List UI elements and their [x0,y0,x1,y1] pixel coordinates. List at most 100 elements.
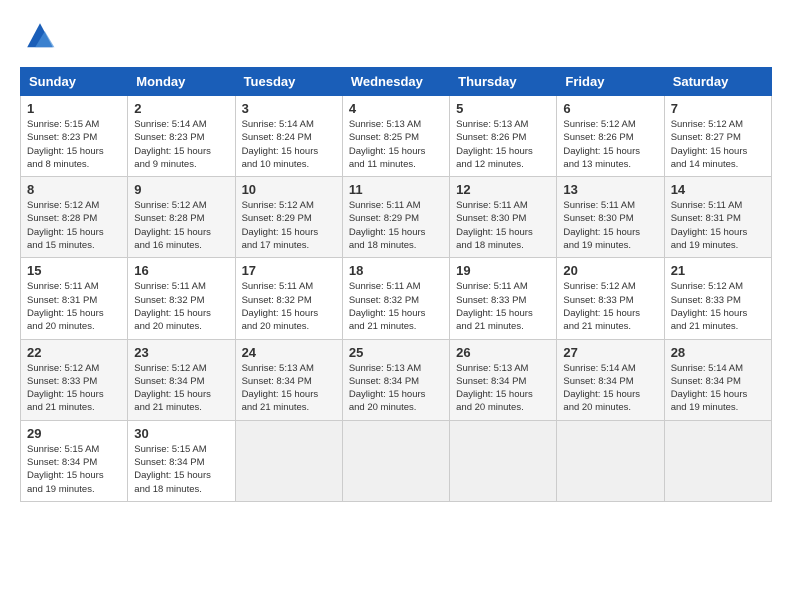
day-number: 2 [134,101,228,116]
calendar-cell [235,420,342,501]
day-detail: Sunrise: 5:13 AM Sunset: 8:34 PM Dayligh… [242,362,336,415]
day-detail: Sunrise: 5:12 AM Sunset: 8:33 PM Dayligh… [671,280,765,333]
day-header-sunday: Sunday [21,68,128,96]
calendar-cell: 20 Sunrise: 5:12 AM Sunset: 8:33 PM Dayl… [557,258,664,339]
day-number: 15 [27,263,121,278]
calendar-cell: 30 Sunrise: 5:15 AM Sunset: 8:34 PM Dayl… [128,420,235,501]
calendar-cell: 12 Sunrise: 5:11 AM Sunset: 8:30 PM Dayl… [450,177,557,258]
calendar-week-row: 8 Sunrise: 5:12 AM Sunset: 8:28 PM Dayli… [21,177,772,258]
calendar-cell: 28 Sunrise: 5:14 AM Sunset: 8:34 PM Dayl… [664,339,771,420]
logo-icon [24,20,56,52]
day-number: 19 [456,263,550,278]
day-number: 5 [456,101,550,116]
day-detail: Sunrise: 5:11 AM Sunset: 8:31 PM Dayligh… [27,280,121,333]
day-header-thursday: Thursday [450,68,557,96]
day-number: 9 [134,182,228,197]
day-number: 14 [671,182,765,197]
day-detail: Sunrise: 5:14 AM Sunset: 8:34 PM Dayligh… [671,362,765,415]
calendar-cell: 3 Sunrise: 5:14 AM Sunset: 8:24 PM Dayli… [235,96,342,177]
calendar-cell: 16 Sunrise: 5:11 AM Sunset: 8:32 PM Dayl… [128,258,235,339]
day-detail: Sunrise: 5:14 AM Sunset: 8:23 PM Dayligh… [134,118,228,171]
day-number: 29 [27,426,121,441]
calendar-cell: 24 Sunrise: 5:13 AM Sunset: 8:34 PM Dayl… [235,339,342,420]
day-header-friday: Friday [557,68,664,96]
day-number: 11 [349,182,443,197]
day-number: 6 [563,101,657,116]
calendar-cell: 19 Sunrise: 5:11 AM Sunset: 8:33 PM Dayl… [450,258,557,339]
day-number: 7 [671,101,765,116]
calendar-cell: 22 Sunrise: 5:12 AM Sunset: 8:33 PM Dayl… [21,339,128,420]
day-detail: Sunrise: 5:12 AM Sunset: 8:33 PM Dayligh… [563,280,657,333]
day-detail: Sunrise: 5:12 AM Sunset: 8:34 PM Dayligh… [134,362,228,415]
calendar-cell: 29 Sunrise: 5:15 AM Sunset: 8:34 PM Dayl… [21,420,128,501]
day-number: 3 [242,101,336,116]
calendar-cell [450,420,557,501]
day-detail: Sunrise: 5:13 AM Sunset: 8:25 PM Dayligh… [349,118,443,171]
day-detail: Sunrise: 5:11 AM Sunset: 8:31 PM Dayligh… [671,199,765,252]
day-detail: Sunrise: 5:15 AM Sunset: 8:34 PM Dayligh… [134,443,228,496]
day-detail: Sunrise: 5:11 AM Sunset: 8:29 PM Dayligh… [349,199,443,252]
day-detail: Sunrise: 5:12 AM Sunset: 8:33 PM Dayligh… [27,362,121,415]
day-detail: Sunrise: 5:12 AM Sunset: 8:27 PM Dayligh… [671,118,765,171]
calendar-cell: 4 Sunrise: 5:13 AM Sunset: 8:25 PM Dayli… [342,96,449,177]
day-number: 25 [349,345,443,360]
day-number: 22 [27,345,121,360]
calendar-cell: 13 Sunrise: 5:11 AM Sunset: 8:30 PM Dayl… [557,177,664,258]
calendar-cell: 10 Sunrise: 5:12 AM Sunset: 8:29 PM Dayl… [235,177,342,258]
day-number: 23 [134,345,228,360]
day-detail: Sunrise: 5:13 AM Sunset: 8:34 PM Dayligh… [456,362,550,415]
calendar-cell: 7 Sunrise: 5:12 AM Sunset: 8:27 PM Dayli… [664,96,771,177]
calendar-table: SundayMondayTuesdayWednesdayThursdayFrid… [20,67,772,502]
day-number: 24 [242,345,336,360]
calendar-cell [557,420,664,501]
calendar-cell: 27 Sunrise: 5:14 AM Sunset: 8:34 PM Dayl… [557,339,664,420]
header [20,20,772,57]
day-detail: Sunrise: 5:12 AM Sunset: 8:26 PM Dayligh… [563,118,657,171]
day-number: 16 [134,263,228,278]
calendar-body: 1 Sunrise: 5:15 AM Sunset: 8:23 PM Dayli… [21,96,772,502]
calendar-cell: 14 Sunrise: 5:11 AM Sunset: 8:31 PM Dayl… [664,177,771,258]
day-detail: Sunrise: 5:14 AM Sunset: 8:34 PM Dayligh… [563,362,657,415]
day-number: 20 [563,263,657,278]
calendar-week-row: 29 Sunrise: 5:15 AM Sunset: 8:34 PM Dayl… [21,420,772,501]
day-detail: Sunrise: 5:11 AM Sunset: 8:32 PM Dayligh… [242,280,336,333]
day-number: 21 [671,263,765,278]
day-detail: Sunrise: 5:11 AM Sunset: 8:30 PM Dayligh… [563,199,657,252]
day-detail: Sunrise: 5:15 AM Sunset: 8:23 PM Dayligh… [27,118,121,171]
calendar-cell: 11 Sunrise: 5:11 AM Sunset: 8:29 PM Dayl… [342,177,449,258]
calendar-week-row: 15 Sunrise: 5:11 AM Sunset: 8:31 PM Dayl… [21,258,772,339]
calendar-cell [342,420,449,501]
day-number: 4 [349,101,443,116]
day-number: 30 [134,426,228,441]
calendar-cell: 17 Sunrise: 5:11 AM Sunset: 8:32 PM Dayl… [235,258,342,339]
day-detail: Sunrise: 5:12 AM Sunset: 8:28 PM Dayligh… [134,199,228,252]
day-detail: Sunrise: 5:12 AM Sunset: 8:28 PM Dayligh… [27,199,121,252]
calendar-cell: 15 Sunrise: 5:11 AM Sunset: 8:31 PM Dayl… [21,258,128,339]
day-number: 12 [456,182,550,197]
day-number: 27 [563,345,657,360]
logo [20,20,56,57]
day-detail: Sunrise: 5:11 AM Sunset: 8:30 PM Dayligh… [456,199,550,252]
calendar-cell [664,420,771,501]
day-header-monday: Monday [128,68,235,96]
calendar-cell: 21 Sunrise: 5:12 AM Sunset: 8:33 PM Dayl… [664,258,771,339]
calendar-cell: 25 Sunrise: 5:13 AM Sunset: 8:34 PM Dayl… [342,339,449,420]
day-detail: Sunrise: 5:11 AM Sunset: 8:32 PM Dayligh… [134,280,228,333]
day-number: 28 [671,345,765,360]
day-detail: Sunrise: 5:14 AM Sunset: 8:24 PM Dayligh… [242,118,336,171]
calendar-cell: 6 Sunrise: 5:12 AM Sunset: 8:26 PM Dayli… [557,96,664,177]
day-number: 1 [27,101,121,116]
day-detail: Sunrise: 5:12 AM Sunset: 8:29 PM Dayligh… [242,199,336,252]
day-number: 17 [242,263,336,278]
calendar-week-row: 1 Sunrise: 5:15 AM Sunset: 8:23 PM Dayli… [21,96,772,177]
calendar-cell: 18 Sunrise: 5:11 AM Sunset: 8:32 PM Dayl… [342,258,449,339]
day-number: 13 [563,182,657,197]
calendar-cell: 23 Sunrise: 5:12 AM Sunset: 8:34 PM Dayl… [128,339,235,420]
calendar-cell: 1 Sunrise: 5:15 AM Sunset: 8:23 PM Dayli… [21,96,128,177]
day-detail: Sunrise: 5:11 AM Sunset: 8:32 PM Dayligh… [349,280,443,333]
day-header-saturday: Saturday [664,68,771,96]
calendar-header-row: SundayMondayTuesdayWednesdayThursdayFrid… [21,68,772,96]
calendar-cell: 26 Sunrise: 5:13 AM Sunset: 8:34 PM Dayl… [450,339,557,420]
day-number: 10 [242,182,336,197]
day-header-wednesday: Wednesday [342,68,449,96]
